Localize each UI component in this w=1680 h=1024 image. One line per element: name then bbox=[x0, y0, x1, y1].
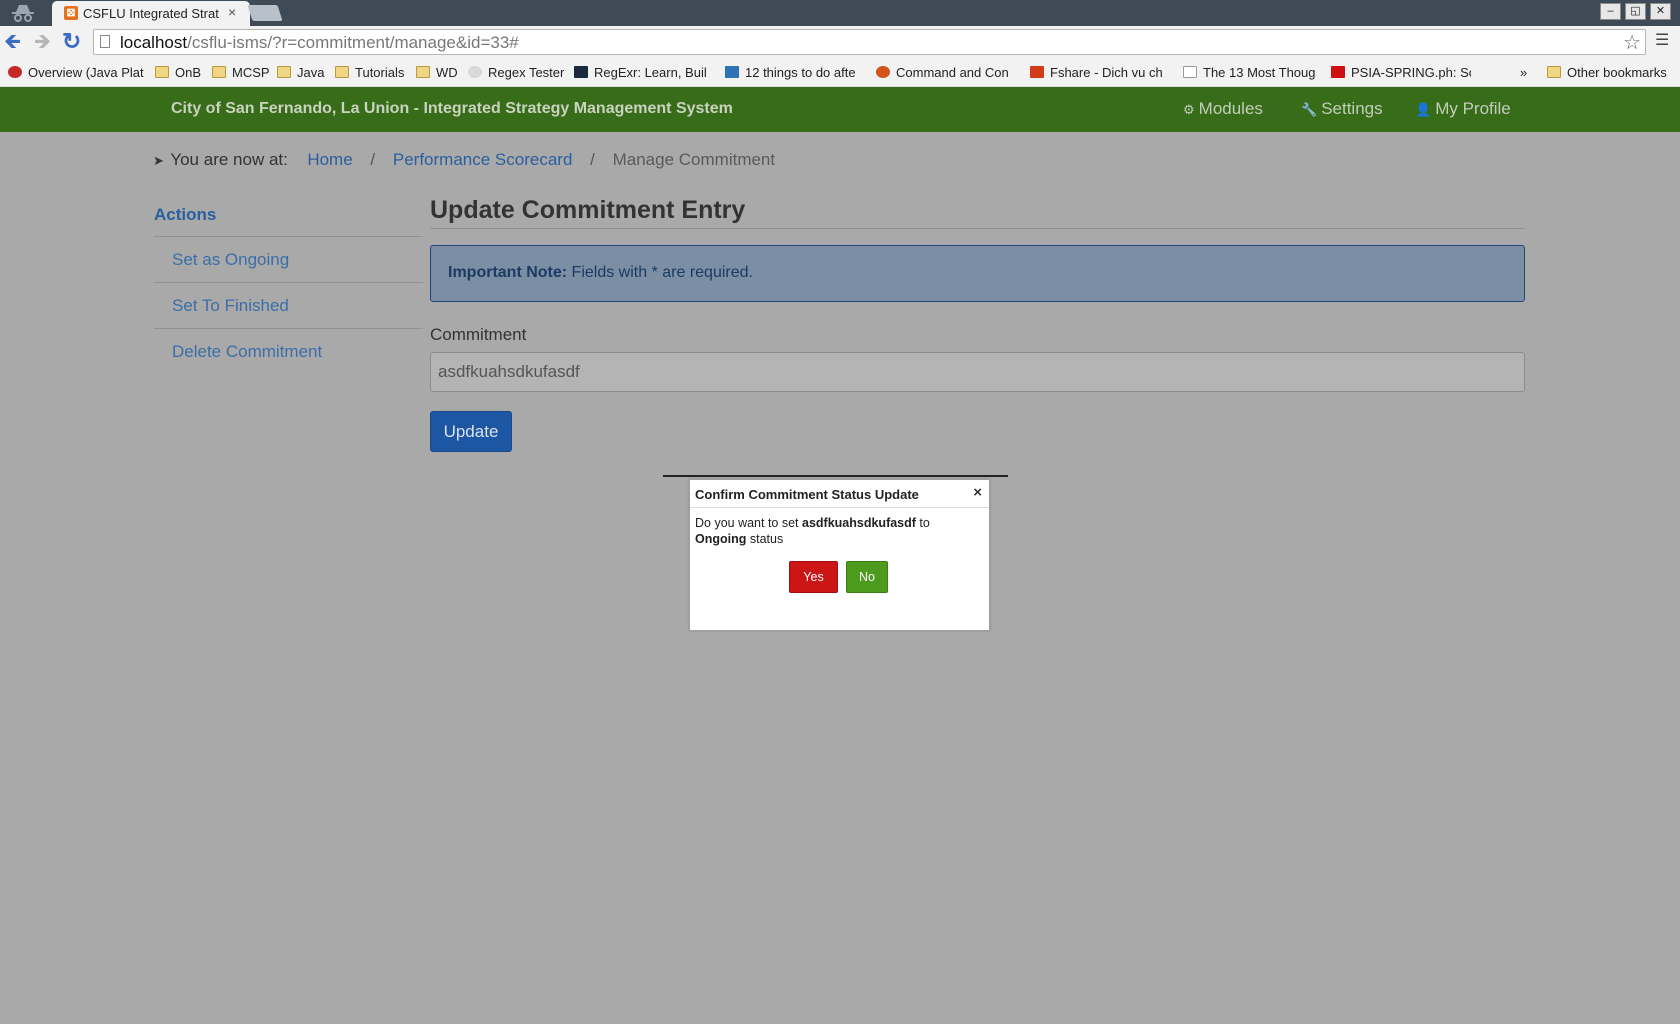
dialog-top-line bbox=[663, 475, 1008, 477]
yes-button[interactable]: Yes bbox=[789, 561, 838, 593]
divider bbox=[430, 228, 1525, 229]
folder-icon bbox=[335, 66, 349, 78]
breadcrumb-home[interactable]: Home bbox=[307, 150, 352, 169]
browser-tab-active[interactable]: ⊠ CSFLU Integrated Strat × bbox=[52, 1, 250, 27]
incognito-icon bbox=[12, 5, 34, 22]
menu-icon[interactable]: ☰ bbox=[1655, 33, 1669, 49]
fshare-icon bbox=[1030, 66, 1044, 78]
confirm-dialog: Confirm Commitment Status Update × Do yo… bbox=[689, 479, 990, 631]
dialog-title: Confirm Commitment Status Update bbox=[695, 487, 919, 502]
bookmark-item[interactable]: The 13 Most Thoug bbox=[1183, 64, 1323, 81]
divider bbox=[154, 236, 423, 237]
minimize-button[interactable]: – bbox=[1600, 3, 1621, 20]
sidebar-item-set-ongoing[interactable]: Set as Ongoing bbox=[172, 250, 289, 270]
page-icon bbox=[100, 35, 110, 48]
info-alert: Important Note: Fields with * are requir… bbox=[430, 245, 1525, 302]
divider bbox=[154, 328, 423, 329]
bookmark-folder[interactable]: OnB bbox=[155, 64, 205, 81]
bookmark-folder[interactable]: Tutorials bbox=[335, 64, 407, 81]
bookmark-folder[interactable]: WD bbox=[416, 64, 460, 81]
browser-title-bar: ⊠ CSFLU Integrated Strat × – ◱ ✕ bbox=[0, 0, 1680, 27]
url-text[interactable]: localhost/csflu-isms/?r=commitment/manag… bbox=[120, 33, 519, 53]
folder-icon bbox=[212, 66, 226, 78]
user-icon: 👤 bbox=[1415, 102, 1432, 117]
alert-text: Important Note: Fields with * are requir… bbox=[448, 264, 753, 282]
regexr-icon bbox=[574, 66, 588, 78]
divider bbox=[690, 507, 989, 508]
back-arrow-icon[interactable]: 🡸 bbox=[4, 31, 21, 53]
bookmarks-bar: Overview (Java Plat OnB MCSP Java Tutori… bbox=[0, 60, 1680, 87]
restore-button[interactable]: ◱ bbox=[1625, 3, 1646, 20]
divider bbox=[154, 282, 423, 283]
xampp-favicon-icon: ⊠ bbox=[64, 6, 78, 20]
firefox-icon bbox=[876, 66, 890, 78]
new-tab-button[interactable] bbox=[247, 5, 283, 21]
bookmark-item[interactable]: RegExr: Learn, Buil bbox=[574, 64, 718, 81]
app-navbar: City of San Fernando, La Union - Integra… bbox=[0, 87, 1680, 132]
alert-label: Important Note: bbox=[448, 264, 568, 281]
dialog-close-icon[interactable]: × bbox=[973, 485, 982, 500]
forward-arrow-icon[interactable]: 🡺 bbox=[34, 31, 51, 53]
sidebar-item-delete-commitment[interactable]: Delete Commitment bbox=[172, 342, 322, 362]
bookmark-folder[interactable]: Java bbox=[277, 64, 327, 81]
url-path: /csflu-isms/?r=commitment/manage&id=33# bbox=[187, 33, 519, 52]
breadcrumb-separator: / bbox=[370, 150, 376, 169]
folder-icon bbox=[277, 66, 291, 78]
page-title: Update Commitment Entry bbox=[430, 196, 746, 224]
folder-icon bbox=[155, 66, 169, 78]
bookmarks-overflow-button[interactable]: » bbox=[1520, 64, 1534, 81]
regex-icon bbox=[468, 66, 482, 78]
bookmark-folder[interactable]: Other bookmarks bbox=[1547, 64, 1677, 81]
close-window-button[interactable]: ✕ bbox=[1650, 3, 1671, 20]
tab-close-icon[interactable]: × bbox=[228, 4, 236, 20]
nav-my-profile[interactable]: 👤 My Profile bbox=[1415, 99, 1511, 119]
bookmark-item[interactable]: 12 things to do afte bbox=[725, 64, 869, 81]
bookmark-folder[interactable]: MCSP bbox=[212, 64, 272, 81]
wrench-icon: 🔧 bbox=[1301, 102, 1318, 117]
bookmark-item[interactable]: Fshare - Dich vu ch bbox=[1030, 64, 1170, 81]
bookmark-item[interactable]: Command and Con bbox=[876, 64, 1020, 81]
app-brand-title[interactable]: City of San Fernando, La Union - Integra… bbox=[171, 100, 733, 118]
update-button[interactable]: Update bbox=[430, 411, 512, 452]
nav-settings[interactable]: 🔧 Settings bbox=[1301, 99, 1383, 119]
tab-title: CSFLU Integrated Strat bbox=[83, 6, 219, 21]
wordpress-icon bbox=[725, 66, 739, 78]
sidebar-title: Actions bbox=[154, 205, 217, 224]
no-button[interactable]: No bbox=[846, 561, 888, 593]
commitment-input[interactable] bbox=[430, 352, 1525, 392]
bookmark-item[interactable]: Overview (Java Plat bbox=[8, 64, 144, 81]
address-bar[interactable]: localhost/csflu-isms/?r=commitment/manag… bbox=[93, 29, 1646, 55]
sidebar-item-set-finished[interactable]: Set To Finished bbox=[172, 296, 289, 316]
reload-icon[interactable]: ↻ bbox=[62, 29, 81, 53]
nav-modules[interactable]: ⚙ Modules bbox=[1183, 99, 1263, 119]
breadcrumb: ➤ You are now at: Home / Performance Sco… bbox=[153, 150, 775, 170]
breadcrumb-performance-scorecard[interactable]: Performance Scorecard bbox=[393, 150, 573, 169]
page-icon bbox=[1183, 66, 1197, 78]
folder-icon bbox=[416, 66, 430, 78]
oracle-icon bbox=[8, 66, 22, 78]
breadcrumb-label: You are now at: bbox=[170, 150, 288, 169]
breadcrumb-separator: / bbox=[590, 150, 595, 169]
bookmark-item[interactable]: PSIA-SPRING.ph: Sc bbox=[1331, 64, 1471, 81]
commitment-label: Commitment bbox=[430, 325, 527, 344]
url-host: localhost bbox=[120, 33, 188, 52]
cogs-icon: ⚙ bbox=[1183, 102, 1195, 117]
location-arrow-icon: ➤ bbox=[153, 153, 164, 168]
folder-icon bbox=[1547, 66, 1561, 78]
alert-message: Fields with * are required. bbox=[567, 264, 753, 281]
bookmark-star-icon[interactable]: ☆ bbox=[1623, 30, 1641, 55]
breadcrumb-current: Manage Commitment bbox=[612, 150, 776, 169]
dialog-status: Ongoing bbox=[695, 532, 747, 546]
dialog-subject: asdfkuahsdkufasdf bbox=[802, 516, 916, 530]
bookmark-item[interactable]: Regex Tester bbox=[468, 64, 568, 81]
dialog-message: Do you want to set asdfkuahsdkufasdf to … bbox=[695, 516, 930, 546]
browser-toolbar: 🡸 🡺 ↻ localhost/csflu-isms/?r=commitment… bbox=[0, 26, 1680, 60]
youtube-icon bbox=[1331, 66, 1345, 78]
